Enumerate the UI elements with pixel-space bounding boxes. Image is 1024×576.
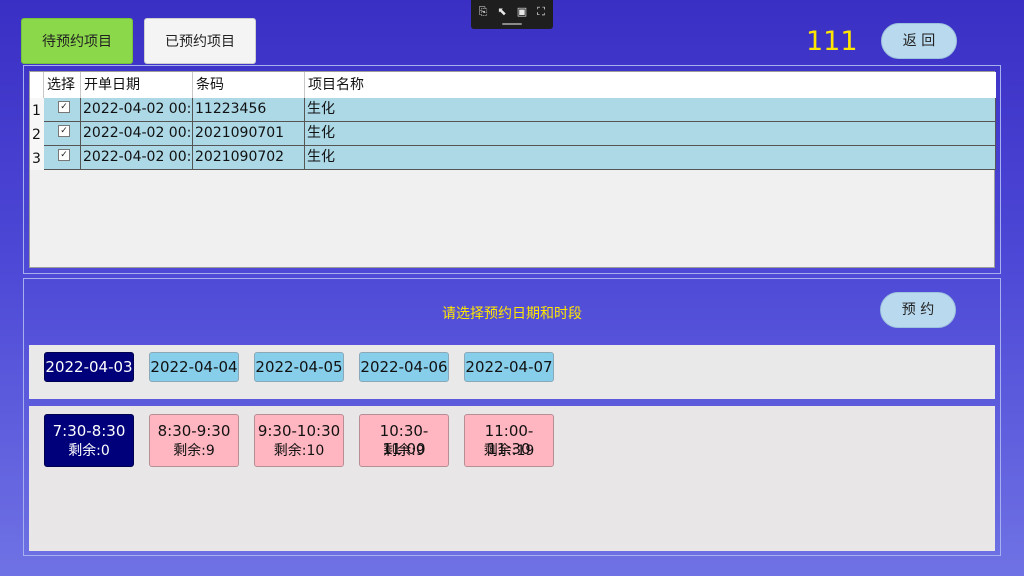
time-slot[interactable]: 8:30-9:30 剩余:9 (149, 414, 239, 467)
time-slot-strip: 7:30-8:30 剩余:0 8:30-9:30 剩余:9 9:30-10:30… (29, 406, 995, 551)
row-number: 2 (30, 122, 44, 146)
slot-time: 8:30-9:30 (157, 422, 231, 440)
window-icon[interactable]: ▣ (515, 5, 529, 19)
date-option-selected[interactable]: 2022-04-03 (44, 352, 134, 382)
item-name-cell[interactable]: 生化 (305, 122, 996, 145)
barcode-cell[interactable]: 2021090701 (193, 122, 305, 145)
row-cells[interactable]: ✓ 2022-04-02 00:00 2021090701 生化 (44, 122, 996, 146)
order-date-cell[interactable]: 2022-04-02 00:00 (81, 98, 193, 121)
drag-handle[interactable] (502, 23, 522, 25)
pointer-select-icon[interactable]: ⬉ (495, 5, 509, 19)
slot-remaining: 剩余:9 (383, 443, 425, 459)
barcode-cell[interactable]: 11223456 (193, 98, 305, 121)
barcode-cell[interactable]: 2021090702 (193, 146, 305, 169)
tab-pending-items[interactable]: 待预约项目 (21, 18, 133, 64)
slot-remaining: 剩余:19 (483, 443, 535, 459)
date-option[interactable]: 2022-04-06 (359, 352, 449, 382)
date-strip: 2022-04-03 2022-04-04 2022-04-05 2022-04… (29, 345, 995, 399)
date-option[interactable]: 2022-04-05 (254, 352, 344, 382)
table-row[interactable]: 1 ✓ 2022-04-02 00:00 11223456 生化 (30, 98, 996, 122)
slot-time: 9:30-10:30 (257, 422, 341, 440)
date-option[interactable]: 2022-04-07 (464, 352, 554, 382)
slot-remaining: 剩余:0 (68, 443, 110, 459)
user-id-label: 111 (806, 26, 858, 57)
items-panel: 选择 开单日期 条码 项目名称 1 ✓ 2022-04-02 00:00 112… (23, 65, 1001, 274)
book-button[interactable]: 预 约 (880, 292, 956, 328)
row-number: 3 (30, 146, 44, 170)
item-name-cell[interactable]: 生化 (305, 146, 996, 169)
slot-remaining: 剩余:9 (173, 443, 215, 459)
select-cell[interactable]: ✓ (44, 122, 81, 145)
order-date-cell[interactable]: 2022-04-02 00:00 (81, 146, 193, 169)
row-number: 1 (30, 98, 44, 122)
time-slot[interactable]: 9:30-10:30 剩余:10 (254, 414, 344, 467)
time-slot[interactable]: 10:30-11:00 剩余:9 (359, 414, 449, 467)
screenshot-icon[interactable]: ⎘ (476, 5, 490, 19)
row-cells[interactable]: ✓ 2022-04-02 00:00 11223456 生化 (44, 98, 996, 122)
items-grid: 选择 开单日期 条码 项目名称 1 ✓ 2022-04-02 00:00 112… (29, 71, 996, 268)
column-header-order-date[interactable]: 开单日期 (81, 72, 193, 98)
grid-corner[interactable] (30, 72, 44, 98)
column-header-item-name[interactable]: 项目名称 (305, 72, 996, 98)
date-option[interactable]: 2022-04-04 (149, 352, 239, 382)
slot-time: 7:30-8:30 (52, 422, 126, 440)
booking-prompt: 请选择预约日期和时段 (442, 306, 582, 322)
table-row[interactable]: 2 ✓ 2022-04-02 00:00 2021090701 生化 (30, 122, 996, 146)
row-checkbox[interactable]: ✓ (58, 149, 70, 161)
table-row[interactable]: 3 ✓ 2022-04-02 00:00 2021090702 生化 (30, 146, 996, 170)
row-cells[interactable]: ✓ 2022-04-02 00:00 2021090702 生化 (44, 146, 996, 170)
booking-panel: 请选择预约日期和时段 预 约 2022-04-03 2022-04-04 202… (23, 278, 1001, 556)
slot-remaining: 剩余:10 (273, 443, 325, 459)
column-header-barcode[interactable]: 条码 (193, 72, 305, 98)
column-header-select[interactable]: 选择 (44, 72, 81, 98)
select-cell[interactable]: ✓ (44, 98, 81, 121)
row-checkbox[interactable]: ✓ (58, 101, 70, 113)
row-checkbox[interactable]: ✓ (58, 125, 70, 137)
back-button[interactable]: 返 回 (881, 23, 957, 59)
collapse-icon[interactable]: ⛶ (534, 5, 548, 19)
order-date-cell[interactable]: 2022-04-02 00:00 (81, 122, 193, 145)
time-slot[interactable]: 11:00-11:30 剩余:19 (464, 414, 554, 467)
select-cell[interactable]: ✓ (44, 146, 81, 169)
floating-toolbar: ⎘ ⬉ ▣ ⛶ (471, 0, 553, 29)
time-slot-selected[interactable]: 7:30-8:30 剩余:0 (44, 414, 134, 467)
item-name-cell[interactable]: 生化 (305, 98, 996, 121)
tab-booked-items[interactable]: 已预约项目 (144, 18, 256, 64)
